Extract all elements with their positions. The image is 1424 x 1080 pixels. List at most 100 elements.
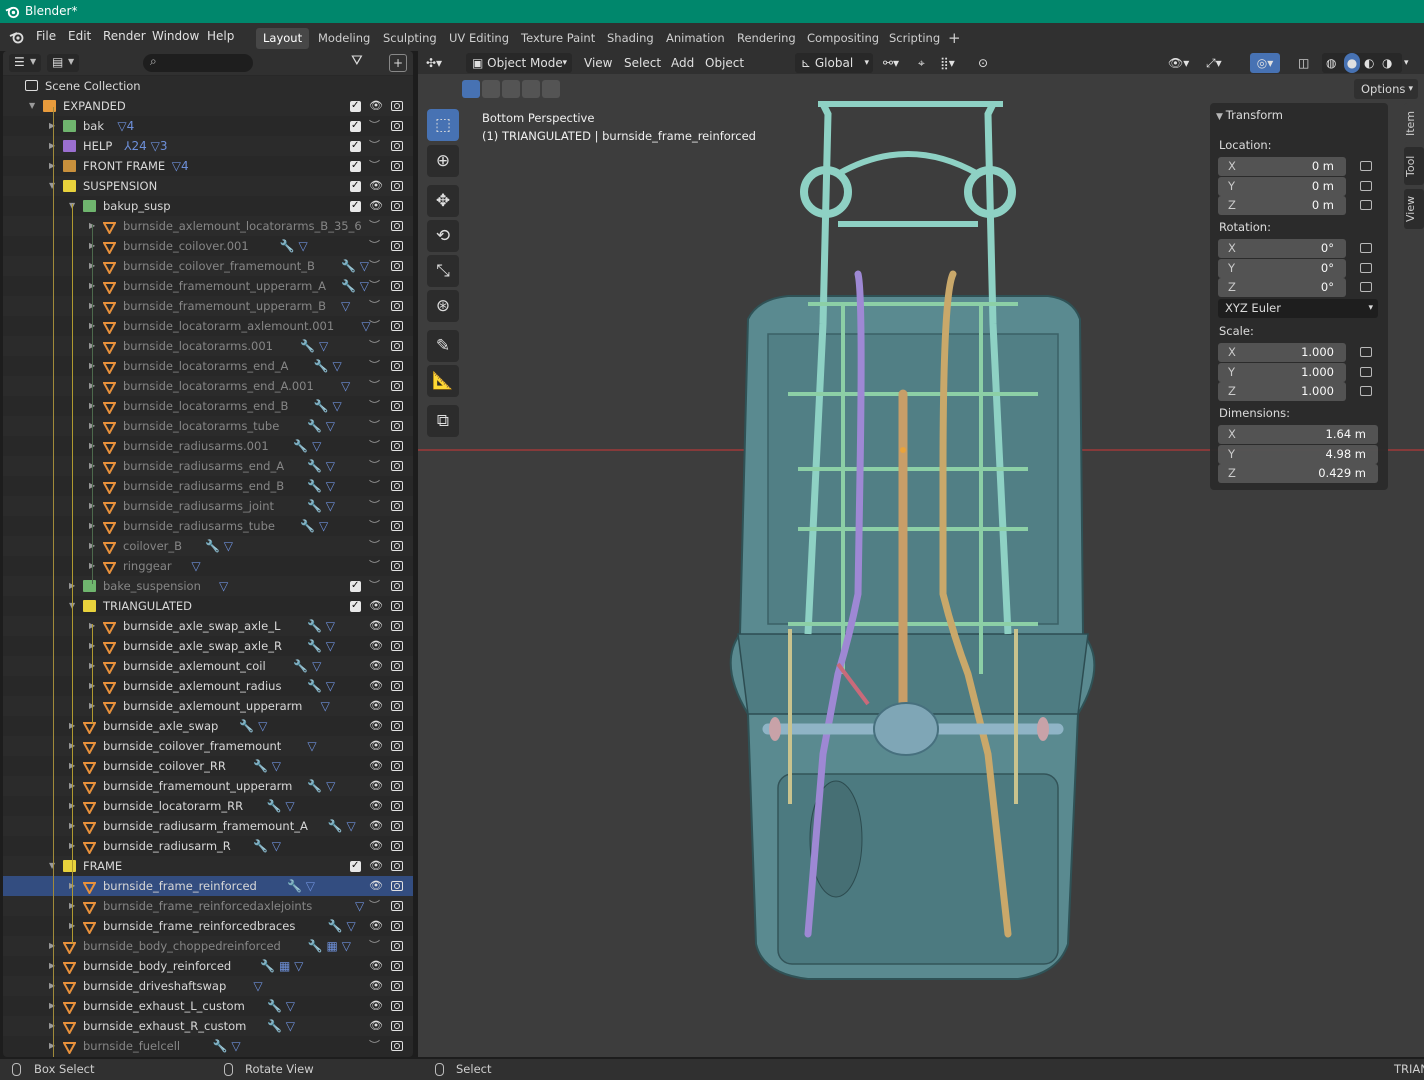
outliner-object-row[interactable]: ▶ burnside_frame_reinforcedaxlejoints ▽ ︶ [3, 896, 413, 916]
outliner-collection-row[interactable]: ▼ EXPANDED 👁 [3, 96, 413, 116]
rotation-z-field[interactable]: Z 0° [1218, 278, 1346, 297]
expand-right-icon[interactable]: ▶ [49, 136, 59, 156]
viewport-editor-type-button[interactable]: ✣▾ [426, 53, 442, 73]
solid-shading-icon[interactable]: ● [1344, 53, 1360, 73]
expand-right-icon[interactable]: ▶ [89, 476, 99, 496]
expand-right-icon[interactable]: ▶ [89, 336, 99, 356]
snap-target-icon[interactable]: ⣿▾ [940, 53, 955, 73]
eye-closed-icon[interactable]: ︶ [369, 296, 385, 316]
camera-render-icon[interactable] [391, 301, 403, 311]
camera-render-icon[interactable] [391, 861, 403, 871]
workspace-tab-uv-editing[interactable]: UV Editing [442, 28, 516, 49]
eye-open-icon[interactable]: 👁 [369, 676, 385, 696]
visibility-icon[interactable]: 👁▾ [1168, 53, 1189, 73]
select-invert-icon[interactable] [522, 80, 540, 98]
outliner-object-row[interactable]: ▶ burnside_frame_reinforced 🔧 ▽ 👁 [3, 876, 413, 896]
expand-down-icon[interactable]: ▼ [69, 596, 79, 616]
outliner-object-row[interactable]: ▶ burnside_axlemount_locatorarms_B_35_6 ︶ [3, 216, 413, 236]
select-subtract-icon[interactable] [502, 80, 520, 98]
eye-closed-icon[interactable]: ︶ [369, 556, 385, 576]
eye-open-icon[interactable]: 👁 [369, 736, 385, 756]
workspace-tab-texture-paint[interactable]: Texture Paint [514, 28, 602, 49]
rotation-mode-dropdown[interactable]: XYZ Euler ▾ [1218, 299, 1378, 318]
camera-render-icon[interactable] [391, 921, 403, 931]
measure-tool-icon[interactable]: 📐 [427, 365, 459, 397]
eye-closed-icon[interactable]: ︶ [369, 256, 385, 276]
eye-open-icon[interactable]: 👁 [369, 716, 385, 736]
outliner-object-row[interactable]: ▶ burnside_axle_swap_axle_R 🔧 ▽ 👁 [3, 636, 413, 656]
outliner-object-row[interactable]: ▶ burnside_framemount_upperarm_A 🔧 ▽︶ [3, 276, 413, 296]
eye-open-icon[interactable]: 👁 [369, 96, 385, 116]
select-new-icon[interactable] [462, 80, 480, 98]
outliner-object-row[interactable]: ▶burnside_locatorarm_axlemount.001▽︶ [3, 316, 413, 336]
eye-open-icon[interactable]: 👁 [369, 856, 385, 876]
camera-render-icon[interactable] [391, 561, 403, 571]
3d-viewport[interactable]: ✣▾ ▣ Object Mode ▾ View Select Add Object… [418, 51, 1424, 1057]
expand-right-icon[interactable]: ▶ [89, 256, 99, 276]
eye-open-icon[interactable]: 👁 [369, 1016, 385, 1036]
outliner-object-row[interactable]: ▶ burnside_framemount_upperarm 🔧 ▽ 👁 [3, 776, 413, 796]
tab-tool[interactable]: Tool [1404, 147, 1424, 185]
camera-render-icon[interactable] [391, 401, 403, 411]
outliner-object-row[interactable]: ▶ burnside_coilover_framemount ▽ 👁 [3, 736, 413, 756]
outliner-object-row[interactable]: ▶ burnside_locatorarms_end_A 🔧 ▽ ︶ [3, 356, 413, 376]
expand-right-icon[interactable]: ▶ [69, 896, 79, 916]
outliner-object-row[interactable]: ▶ burnside_locatorarm_RR 🔧 ▽ 👁 [3, 796, 413, 816]
blender-menu-icon[interactable] [9, 29, 25, 45]
expand-right-icon[interactable]: ▶ [89, 356, 99, 376]
camera-render-icon[interactable] [391, 621, 403, 631]
expand-right-icon[interactable]: ▶ [89, 236, 99, 256]
viewport-menu-view[interactable]: View [584, 53, 612, 73]
outliner-collection-row[interactable]: ▼ FRAME 👁 [3, 856, 413, 876]
camera-render-icon[interactable] [391, 201, 403, 211]
expand-right-icon[interactable]: ▶ [49, 956, 59, 976]
camera-render-icon[interactable] [391, 1041, 403, 1051]
camera-render-icon[interactable] [391, 961, 403, 971]
expand-right-icon[interactable]: ▶ [69, 576, 79, 596]
workspace-tab-compositing[interactable]: Compositing [800, 28, 886, 49]
eye-open-icon[interactable]: 👁 [369, 696, 385, 716]
menu-file[interactable]: File [36, 23, 56, 51]
outliner-object-row[interactable]: ▶ burnside_driveshaftswap ▽ 👁 [3, 976, 413, 996]
expand-down-icon[interactable]: ▼ [29, 96, 39, 116]
exclude-checkbox[interactable] [350, 196, 361, 216]
cursor-tool-icon[interactable]: ⊕ [427, 145, 459, 177]
add-workspace-button[interactable]: + [941, 28, 968, 49]
menu-render[interactable]: Render [103, 23, 146, 51]
camera-render-icon[interactable] [391, 821, 403, 831]
exclude-checkbox[interactable] [350, 596, 361, 616]
outliner-collection-row[interactable]: ▼ TRIANGULATED 👁 [3, 596, 413, 616]
expand-right-icon[interactable]: ▶ [69, 876, 79, 896]
eye-closed-icon[interactable]: ︶ [369, 576, 385, 596]
location-x-field[interactable]: X 0 m [1218, 157, 1346, 176]
expand-right-icon[interactable]: ▶ [89, 296, 99, 316]
eye-open-icon[interactable]: 👁 [369, 996, 385, 1016]
material-shading-icon[interactable]: ◐ [1364, 53, 1374, 73]
outliner-collection-row[interactable]: ▼ bakup_susp 👁 [3, 196, 413, 216]
expand-right-icon[interactable]: ▶ [49, 976, 59, 996]
camera-render-icon[interactable] [391, 121, 403, 131]
expand-right-icon[interactable]: ▶ [49, 116, 59, 136]
display-mode-button[interactable]: ▤ ▼ [47, 54, 79, 72]
camera-render-icon[interactable] [391, 381, 403, 391]
camera-render-icon[interactable] [391, 721, 403, 731]
expand-right-icon[interactable]: ▶ [89, 416, 99, 436]
expand-right-icon[interactable]: ▶ [69, 756, 79, 776]
eye-closed-icon[interactable]: ︶ [369, 496, 385, 516]
lock-icon[interactable] [1360, 200, 1372, 210]
camera-render-icon[interactable] [391, 841, 403, 851]
expand-right-icon[interactable]: ▶ [89, 536, 99, 556]
expand-right-icon[interactable]: ▶ [69, 796, 79, 816]
lock-icon[interactable] [1360, 366, 1372, 377]
eye-closed-icon[interactable]: ︶ [369, 436, 385, 456]
outliner-object-row[interactable]: ▶ burnside_exhaust_R_custom 🔧 ▽ 👁 [3, 1016, 413, 1036]
outliner-object-row[interactable]: ▶ burnside_locatorarms.001 🔧 ▽ ︶ [3, 336, 413, 356]
outliner-object-row[interactable]: ▶ burnside_radiusarms.001 🔧 ▽ ︶ [3, 436, 413, 456]
outliner-object-row[interactable]: ▶ burnside_frame_reinforcedbraces 🔧 ▽ 👁 [3, 916, 413, 936]
camera-render-icon[interactable] [391, 261, 403, 271]
outliner-object-row[interactable]: ▶ burnside_coilover.001 🔧 ▽ ︶ [3, 236, 413, 256]
camera-render-icon[interactable] [391, 181, 403, 191]
outliner-object-row[interactable]: ▶ burnside_framemount_upperarm_B ▽ ︶ [3, 296, 413, 316]
tab-view[interactable]: View [1404, 189, 1424, 229]
outliner-object-row[interactable]: ▶ burnside_fuelcell 🔧 ▽ ︶ [3, 1036, 413, 1056]
